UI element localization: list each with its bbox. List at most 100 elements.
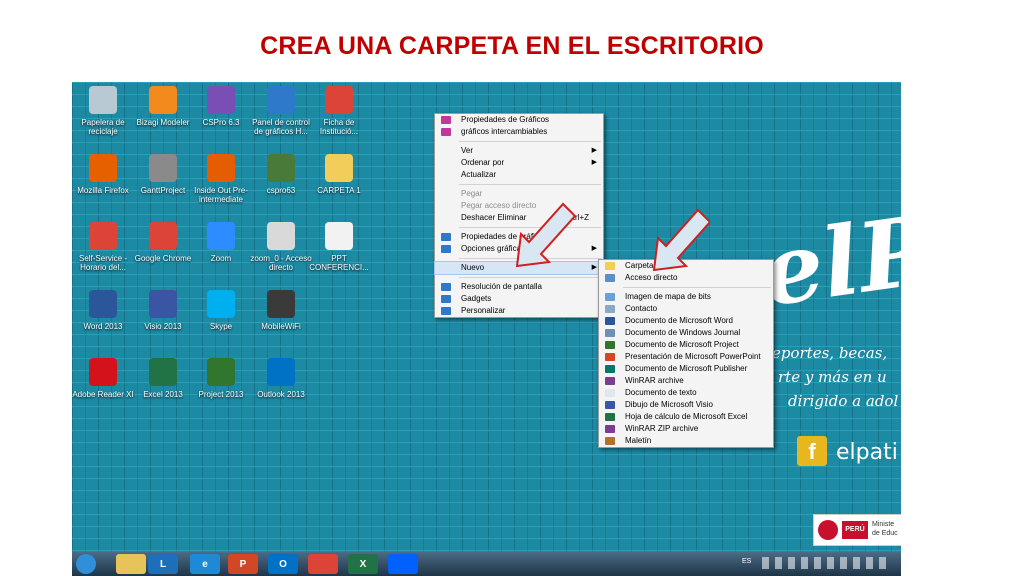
submenu-label: Contacto bbox=[625, 304, 658, 313]
language-indicator[interactable]: ES bbox=[742, 558, 751, 565]
submenu-item[interactable]: Imagen de mapa de bits bbox=[599, 291, 773, 303]
submenu-item[interactable]: WinRAR ZIP archive bbox=[599, 423, 773, 435]
desktop-icon[interactable]: Panel de control de gráficos H... bbox=[250, 86, 312, 136]
desktop-icon[interactable]: Skype bbox=[190, 290, 252, 331]
desktop-icon[interactable]: PPT CONFERENCI... bbox=[308, 222, 370, 272]
desktop-icon-label: Ficha de Institució... bbox=[319, 118, 359, 136]
submenu-label: Documento de texto bbox=[625, 388, 697, 397]
submenu-item[interactable]: Documento de Microsoft Word bbox=[599, 315, 773, 327]
ministry-footer-badge: PERÚ Ministe de Educ bbox=[813, 514, 901, 546]
new-item-submenu: Carpeta Acceso directo Imagen de mapa de b… bbox=[598, 259, 774, 448]
winrar-zip-icon bbox=[605, 425, 615, 433]
desktop-icon[interactable]: Bizagi Modeler bbox=[132, 86, 194, 127]
recycle-bin-icon bbox=[89, 86, 117, 114]
desktop-icon[interactable]: Papelera de reciclaje bbox=[72, 86, 134, 136]
context-menu-item[interactable]: Gadgets bbox=[435, 293, 603, 305]
submenu-item[interactable]: Documento de Windows Journal bbox=[599, 327, 773, 339]
personalize-icon bbox=[441, 307, 451, 315]
desktop-icon[interactable]: Visio 2013 bbox=[132, 290, 194, 331]
desktop-icon[interactable]: Inside Out Pre-intermediate bbox=[190, 154, 252, 204]
desktop-icon[interactable]: Excel 2013 bbox=[132, 358, 194, 399]
outlook-icon[interactable]: O bbox=[268, 554, 298, 574]
submenu-item[interactable]: Documento de Microsoft Project bbox=[599, 339, 773, 351]
outlook-icon bbox=[267, 358, 295, 386]
submenu-arrow-icon: ▶ bbox=[591, 147, 597, 154]
submenu-item[interactable]: Hoja de cálculo de Microsoft Excel bbox=[599, 411, 773, 423]
chrome-icon bbox=[89, 222, 117, 250]
peru-badge: PERÚ bbox=[842, 521, 868, 539]
menu-separator bbox=[459, 277, 601, 278]
desktop-icon[interactable]: Zoom bbox=[190, 222, 252, 263]
adobe-reader-icon bbox=[89, 358, 117, 386]
desktop-icon[interactable]: CARPETA 1 bbox=[308, 154, 370, 195]
context-menu-item[interactable]: Ver ▶ bbox=[435, 145, 603, 157]
excel-icon bbox=[149, 358, 177, 386]
powerpoint-icon[interactable]: P bbox=[228, 554, 258, 574]
desktop-icon-label: Skype bbox=[209, 322, 233, 331]
desktop-icon[interactable]: Adobe Reader XI bbox=[72, 358, 134, 399]
project-icon bbox=[605, 341, 615, 349]
wallpaper-promo-line-2: rte y más en u bbox=[778, 368, 887, 386]
submenu-item[interactable]: WinRAR archive bbox=[599, 375, 773, 387]
context-menu-label: Gadgets bbox=[461, 294, 492, 303]
file-explorer-icon[interactable] bbox=[116, 554, 146, 574]
wallpaper-promo-line-1: eportes, becas, bbox=[772, 344, 888, 362]
context-menu-item[interactable]: Ordenar por ▶ bbox=[435, 157, 603, 169]
submenu-item[interactable]: Documento de texto bbox=[599, 387, 773, 399]
submenu-label: Imagen de mapa de bits bbox=[625, 292, 711, 301]
desktop-icon[interactable]: Outlook 2013 bbox=[250, 358, 312, 399]
desktop-icon[interactable]: Mozilla Firefox bbox=[72, 154, 134, 195]
desktop-icon-label: Zoom bbox=[210, 254, 232, 263]
desktop-icon[interactable]: Word 2013 bbox=[72, 290, 134, 331]
menu-separator bbox=[623, 287, 771, 288]
submenu-item[interactable]: Contacto bbox=[599, 303, 773, 315]
desktop-icon[interactable]: Project 2013 bbox=[190, 358, 252, 399]
context-menu-label: Personalizar bbox=[461, 306, 506, 315]
submenu-item[interactable]: Dibujo de Microsoft Visio bbox=[599, 399, 773, 411]
desktop-icon-label: Inside Out Pre-intermediate bbox=[194, 186, 248, 204]
folder-icon bbox=[605, 262, 615, 270]
context-menu-label: Nuevo bbox=[461, 263, 485, 272]
submenu-label: Documento de Windows Journal bbox=[625, 328, 741, 337]
context-menu-item[interactable]: gráficos intercambiables bbox=[435, 126, 603, 138]
text-doc-icon bbox=[605, 389, 615, 397]
lync-icon[interactable]: L bbox=[148, 554, 178, 574]
folder-icon bbox=[325, 154, 353, 182]
desktop-icon-label: GanttProject bbox=[140, 186, 186, 195]
desktop-icon[interactable]: MobileWiFi bbox=[250, 290, 312, 331]
desktop-icon-label: Adobe Reader XI bbox=[72, 390, 134, 399]
chrome-icon[interactable] bbox=[308, 554, 338, 574]
bizagi-icon bbox=[149, 86, 177, 114]
desktop-icon[interactable]: Self-Service - Horario del... bbox=[72, 222, 134, 272]
desktop-icon-label: Google Chrome bbox=[134, 254, 192, 263]
desktop-icon-label: Excel 2013 bbox=[143, 390, 183, 399]
context-menu-item[interactable]: Personalizar bbox=[435, 305, 603, 317]
context-menu-item[interactable]: Resolución de pantalla bbox=[435, 281, 603, 293]
desktop[interactable]: elPa eportes, becas, rte y más en u diri… bbox=[72, 82, 901, 552]
excel-icon[interactable]: X bbox=[348, 554, 378, 574]
desktop-icon[interactable]: zoom_0 - Acceso directo bbox=[250, 222, 312, 272]
slide-title: CREA UNA CARPETA EN EL ESCRITORIO bbox=[260, 32, 764, 60]
system-tray-icons[interactable] bbox=[762, 557, 892, 569]
intel-graphics-icon bbox=[441, 116, 451, 124]
desktop-icon[interactable]: CSPro 6.3 bbox=[190, 86, 252, 127]
contact-icon bbox=[605, 305, 615, 313]
start-orb-icon[interactable] bbox=[76, 554, 96, 574]
firefox-icon bbox=[89, 154, 117, 182]
submenu-item[interactable]: Maletín bbox=[599, 435, 773, 447]
context-menu-item[interactable]: Actualizar bbox=[435, 169, 603, 181]
desktop-icon[interactable]: GanttProject bbox=[132, 154, 194, 195]
inside-out-icon bbox=[207, 154, 235, 182]
internet-explorer-icon[interactable]: e bbox=[190, 554, 220, 574]
context-menu-item[interactable]: Propiedades de Gráficos bbox=[435, 114, 603, 126]
submenu-item[interactable]: Presentación de Microsoft PowerPoint bbox=[599, 351, 773, 363]
submenu-item[interactable]: Documento de Microsoft Publisher bbox=[599, 363, 773, 375]
desktop-icon[interactable]: Ficha de Institució... bbox=[308, 86, 370, 136]
shortcut-icon bbox=[605, 274, 615, 282]
desktop-icon[interactable]: Google Chrome bbox=[132, 222, 194, 263]
desktop-icon[interactable]: cspro63 bbox=[250, 154, 312, 195]
amd-icon bbox=[441, 128, 451, 136]
context-menu-item[interactable]: Pegar bbox=[435, 188, 603, 200]
dropbox-icon[interactable] bbox=[388, 554, 418, 574]
submenu-label: Presentación de Microsoft PowerPoint bbox=[625, 352, 761, 361]
